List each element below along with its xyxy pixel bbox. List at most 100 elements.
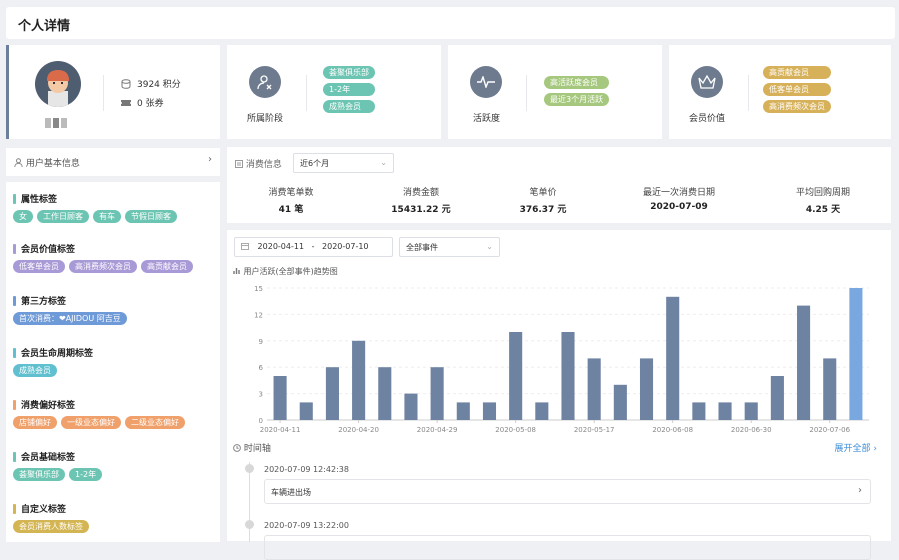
chart-bar <box>456 402 470 420</box>
chart-bar <box>430 367 444 420</box>
label-tag: 女 <box>13 210 33 223</box>
y-tick-label: 12 <box>254 311 263 319</box>
metric-orders: 消费笔单数 41 笔 <box>231 185 351 215</box>
chart-bar <box>535 402 549 420</box>
metric-label: 笔单价 <box>529 188 557 198</box>
label-group: 消费偏好标签 店铺偏好 一级业态偏好 二级业态偏好 <box>13 398 185 429</box>
metric-label: 消费笔单数 <box>268 188 314 198</box>
period-select[interactable]: 近6个月 ⌄ <box>293 153 394 173</box>
chart-bar <box>718 402 732 420</box>
label-group-title-text: 属性标签 <box>21 195 58 205</box>
points-value: 3924 积分 <box>137 80 181 90</box>
metric-amount: 消费金额 15431.22 元 <box>361 185 481 215</box>
label-tag: 一级业态偏好 <box>61 416 121 429</box>
chevron-right-icon: › <box>858 485 862 496</box>
label-tag: 高贡献会员 <box>141 260 193 273</box>
chart-title-text: 用户活跃(全部事件)趋势图 <box>243 267 338 276</box>
stage-tag: 1-2年 <box>323 83 375 96</box>
stage-tag: 荟聚俱乐部 <box>323 66 375 79</box>
chart-bar <box>587 358 601 420</box>
coupons-row: 0 张券 <box>121 96 164 109</box>
label-group: 属性标签女工作日顾客 有车 节假日顾客 <box>13 192 177 223</box>
chart-bar <box>770 376 784 420</box>
value-tag: 低客单会员 <box>763 83 831 96</box>
bar-chart-icon <box>233 268 240 274</box>
label-tag: 节假日顾客 <box>125 210 177 223</box>
label-group-title: 自定义标签 <box>13 502 89 515</box>
card-label: 活跃度 <box>473 114 501 124</box>
label-tag: 首次消费：❤AJIDOU 阿吉豆 <box>13 312 127 325</box>
label-group: 自定义标签 会员消费人数标签 <box>13 502 89 533</box>
consumption-panel: 消费信息 近6个月 ⌄ 消费笔单数 41 笔 消费金额 15431.22 元 笔… <box>227 147 891 223</box>
label-tag: 低客单会员 <box>13 260 65 273</box>
y-tick-label: 3 <box>259 391 263 399</box>
consumption-label: 消费信息 <box>235 157 282 170</box>
label-group-title-text: 会员基础标签 <box>21 453 76 463</box>
label-tag: 荟聚俱乐部 <box>13 468 65 481</box>
date-start: 2020-04-11 <box>257 242 305 251</box>
timeline-line <box>249 462 250 542</box>
expand-all-link[interactable]: 展开全部 › <box>835 441 877 454</box>
label-group-title: 消费偏好标签 <box>13 398 185 411</box>
timeline-event[interactable] <box>264 535 871 560</box>
label-group-title: 第三方标签 <box>13 294 127 307</box>
x-tick-label: 2020-05-17 <box>574 426 615 434</box>
metric-label: 平均回购周期 <box>795 188 850 198</box>
date-range-picker[interactable]: 2020-04-11 - 2020-07-10 <box>234 237 393 257</box>
label-group-title-text: 第三方标签 <box>21 297 67 307</box>
chart-bar <box>561 332 575 420</box>
label-group-title: 会员价值标签 <box>13 242 193 255</box>
label-tag: 店铺偏好 <box>13 416 57 429</box>
divider <box>306 75 307 111</box>
event-filter-select[interactable]: 全部事件 ⌄ <box>399 237 500 257</box>
basic-info-link[interactable]: 用户基本信息 › <box>6 148 220 176</box>
value-tag: 高贡献会员 <box>763 66 831 79</box>
chevron-down-icon: ⌄ <box>380 158 387 167</box>
pulse-icon <box>470 66 502 98</box>
label-tag: 高消费频次会员 <box>69 260 137 273</box>
label-group-title: 会员基础标签 <box>13 450 102 463</box>
metric-value: 4.25 天 <box>805 205 841 215</box>
crown-icon <box>691 66 723 98</box>
chart-bar <box>378 367 392 420</box>
chart-bar <box>509 332 523 420</box>
period-select-value: 近6个月 <box>300 159 330 168</box>
timeline-label: 时间轴 <box>233 441 271 454</box>
consumption-label-text: 消费信息 <box>245 160 282 170</box>
chart-title: 用户活跃(全部事件)趋势图 <box>233 266 338 277</box>
chart-bar <box>823 358 837 420</box>
metric-value: 2020-07-09 <box>650 202 708 212</box>
metric-label: 最近一次消费日期 <box>642 188 715 198</box>
chart-bar <box>299 402 313 420</box>
user-icon <box>14 158 23 168</box>
chart-bar <box>639 358 654 420</box>
chevron-down-icon: ⌄ <box>486 242 493 251</box>
timeline-event[interactable]: 车辆进出场 › <box>264 479 871 504</box>
label-tag: 成熟会员 <box>13 364 57 377</box>
timeline-event-text: 车辆进出场 <box>271 488 311 497</box>
date-end: 2020-07-10 <box>322 242 369 251</box>
label-group-title: 属性标签 <box>13 192 177 205</box>
stage-tag: 成熟会员 <box>323 100 375 113</box>
label-tag: 二级业态偏好 <box>125 416 185 429</box>
chart-bar <box>849 288 863 420</box>
card-label: 所属阶段 <box>247 114 284 124</box>
page-header: 个人详情 <box>6 7 895 39</box>
metric-unit-price: 笔单价 376.37 元 <box>483 185 603 215</box>
chart-bar <box>692 402 706 420</box>
basic-info-text: 用户基本信息 <box>25 159 80 169</box>
stage-card: 所属阶段 荟聚俱乐部 1-2年 成熟会员 <box>227 45 441 139</box>
x-tick-label: 2020-05-08 <box>495 426 536 434</box>
activity-bar-chart: 0 3 6 9 12 15 2020-04-11 2020-04-20 2020-04-29 20… <box>254 285 869 434</box>
y-tick-label: 6 <box>259 364 264 372</box>
value-tag: 高消费频次会员 <box>763 100 831 113</box>
x-tick-label: 2020-04-20 <box>338 426 379 434</box>
metric-repurchase: 平均回购周期 4.25 天 <box>763 185 883 215</box>
group-color-bar <box>13 503 16 514</box>
group-color-bar <box>13 295 16 306</box>
event-filter-value: 全部事件 <box>406 243 438 252</box>
label-tag: 1-2年 <box>69 468 103 481</box>
user-stage-icon <box>249 66 281 98</box>
label-group-title-text: 会员价值标签 <box>21 245 76 255</box>
database-icon <box>121 78 131 89</box>
